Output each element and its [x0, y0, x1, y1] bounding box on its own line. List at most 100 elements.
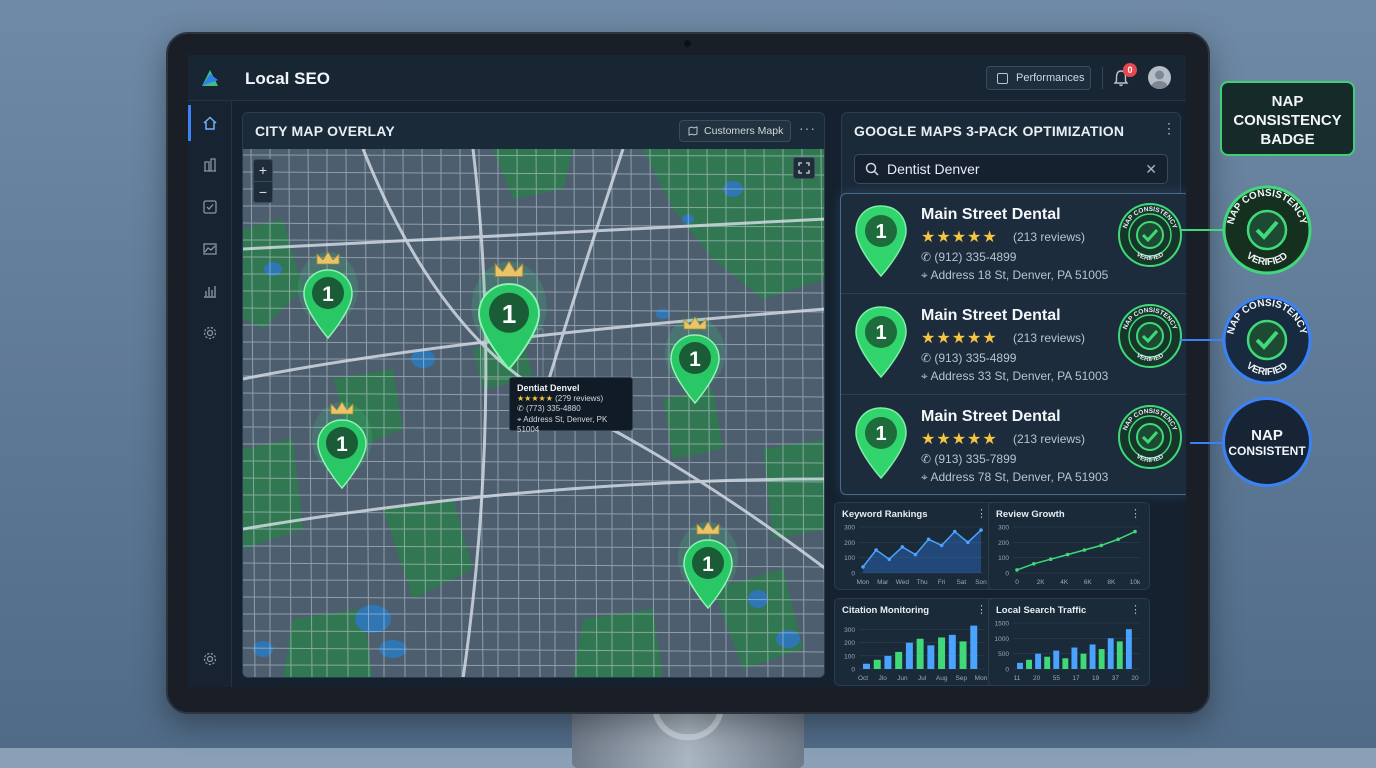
sidebar-item-trends[interactable] — [200, 239, 220, 259]
search-input[interactable]: Dentist Denver ✕ — [854, 154, 1168, 184]
x-tick-label: 19 — [1092, 675, 1100, 682]
bar — [1053, 650, 1060, 669]
bar — [1089, 644, 1096, 669]
listing-name[interactable]: Main Street Dental — [921, 307, 1061, 325]
data-point — [887, 557, 892, 561]
sidebar-item-reports[interactable] — [200, 281, 220, 301]
bar — [1026, 659, 1032, 669]
widget-title: Keyword Rankings — [842, 509, 928, 520]
bar — [1062, 658, 1069, 669]
x-tick-label: Sat — [956, 579, 966, 586]
sidebar — [188, 101, 232, 687]
review-growth-widget[interactable]: Review Growth ⋮ 0 100 200 300 0 2K 4K 6K 8K 10k — [988, 502, 1150, 590]
notification-badge: 0 — [1123, 63, 1137, 77]
data-point — [1116, 537, 1120, 542]
listing-phone: ✆ (913) 335-4899 — [921, 351, 1017, 365]
data-point — [1099, 543, 1104, 548]
local-search-traffic-widget[interactable]: Local Search Traffic ⋮ 0 500 1000 1500 11 20 5… — [988, 598, 1150, 686]
search-value: Dentist Denver — [887, 161, 980, 177]
city-map-panel: CITY MAP OVERLAY Customers Mapk ··· 1 1 … — [242, 112, 825, 678]
x-tick-label: 10k — [1130, 579, 1141, 586]
local-search-traffic-chart: 0 500 1000 1500 11 20 55 17 19 37 20 — [995, 621, 1139, 682]
bar — [895, 651, 903, 669]
pin-rank-label: 1 — [702, 553, 714, 576]
bar — [863, 663, 870, 669]
x-tick-label: 20 — [1131, 675, 1139, 682]
clear-search-icon[interactable]: ✕ — [1145, 161, 1157, 178]
callout-connector — [1190, 442, 1224, 444]
city-map[interactable]: 1 1 1 1 1 + − Dentiat Denvel ★★★★★ (2?9 revi… — [243, 149, 824, 677]
list-item[interactable]: 1 Main Street Dental ★★★★★ (213 reviews)… — [841, 396, 1186, 496]
avatar[interactable] — [1148, 66, 1171, 89]
home-icon — [203, 116, 217, 130]
x-tick-label: 37 — [1112, 675, 1120, 682]
sidebar-item-locations[interactable] — [200, 155, 220, 175]
listing-reviews: (213 reviews) — [1013, 230, 1086, 244]
widget-menu[interactable]: ⋮ — [1130, 603, 1141, 616]
y-tick-label: 0 — [1005, 667, 1009, 674]
widget-title: Local Search Traffic — [996, 605, 1087, 616]
performances-button[interactable]: Performances — [986, 66, 1091, 90]
citation-monitoring-widget[interactable]: Citation Monitoring ⋮ 0 100 200 300 Oct Jlo Ju… — [834, 598, 996, 686]
bar — [1116, 641, 1123, 669]
consistent-line: CONSISTENT — [1228, 443, 1306, 458]
y-tick-label: 0 — [851, 571, 855, 578]
zoom-out-button[interactable]: − — [254, 181, 272, 202]
y-tick-label: 200 — [844, 540, 855, 547]
buildings-icon — [204, 158, 216, 172]
pin-rank-label: 1 — [322, 283, 334, 306]
listing-address: ⌖ Address 33 St, Denver, PA 51003 — [921, 369, 1109, 383]
map-more-menu[interactable]: ··· — [799, 120, 816, 136]
x-tick-label: Sep — [956, 675, 968, 682]
performances-label: Performances — [1016, 72, 1085, 84]
widget-menu[interactable]: ⋮ — [976, 507, 987, 520]
data-point — [939, 543, 944, 548]
y-tick-label: 300 — [844, 627, 855, 634]
nap-verified-badge-icon: NAP CONSISTENCYVERIFIED — [1118, 203, 1182, 267]
listing-name[interactable]: Main Street Dental — [921, 206, 1061, 224]
data-point — [926, 537, 931, 542]
listing-address: ⌖ Address 18 St, Denver, PA 51005 — [921, 268, 1109, 282]
area-fill — [863, 530, 981, 573]
list-item[interactable]: 1 Main Street Dental ★★★★★ (213 reviews)… — [841, 194, 1186, 294]
x-tick-label: Mar — [877, 579, 889, 586]
fullscreen-icon — [798, 162, 810, 174]
sidebar-item-preferences[interactable] — [200, 649, 220, 669]
fullscreen-button[interactable] — [793, 157, 815, 179]
pack-more-menu[interactable]: ⋮ — [1162, 120, 1177, 137]
bar — [1035, 653, 1042, 669]
x-tick-label: Jul — [918, 675, 927, 682]
bar — [873, 659, 881, 669]
x-tick-label: 8K — [1107, 579, 1116, 586]
keyword-rankings-widget[interactable]: Keyword Rankings ⋮ 0 100 200 300 Mon Mar Wed Th… — [834, 502, 996, 590]
nap-consistent-callout: NAP CONSISTENT — [1222, 397, 1312, 487]
widget-menu[interactable]: ⋮ — [976, 603, 987, 616]
x-tick-label: 6K — [1084, 579, 1093, 586]
sidebar-item-tasks[interactable] — [200, 197, 220, 217]
tooltip-phone: (773) 335-4880 — [525, 404, 581, 413]
app-logo-icon[interactable] — [200, 68, 220, 88]
bar-chart-icon — [204, 286, 216, 298]
data-point — [861, 565, 865, 569]
y-tick-label: 300 — [998, 525, 1009, 532]
listing-reviews: (213 reviews) — [1013, 331, 1086, 345]
list-item[interactable]: 1 Main Street Dental ★★★★★ (213 reviews)… — [841, 295, 1186, 395]
zoom-in-button[interactable]: + — [254, 160, 272, 181]
map-panel-title: CITY MAP OVERLAY — [255, 123, 395, 139]
bar — [1017, 662, 1023, 669]
widget-menu[interactable]: ⋮ — [1130, 507, 1141, 520]
data-point — [1133, 529, 1137, 534]
top-bar: Local SEO Performances 0 — [188, 55, 1186, 101]
tooltip-reviews: (2?9 reviews) — [555, 393, 604, 403]
sidebar-item-settings[interactable] — [200, 323, 220, 343]
listing-name[interactable]: Main Street Dental — [921, 408, 1061, 426]
callout-connector — [1180, 229, 1224, 231]
customers-map-button[interactable]: Customers Mapk — [679, 120, 791, 142]
bar — [927, 645, 935, 669]
bar — [1125, 629, 1132, 669]
x-tick-label: 55 — [1053, 675, 1061, 682]
bar — [1098, 649, 1105, 669]
rank-pin-icon: 1 — [855, 306, 907, 379]
x-tick-label: Aug — [936, 675, 948, 682]
sidebar-item-home[interactable] — [200, 113, 220, 133]
